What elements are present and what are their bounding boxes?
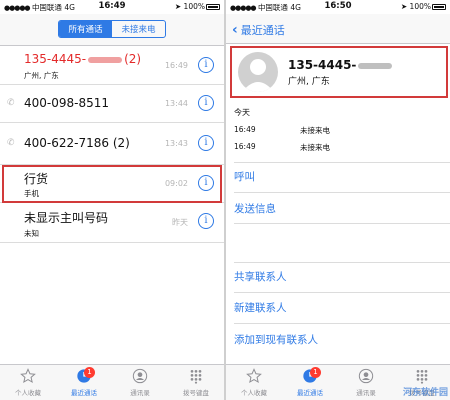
star-icon: [20, 368, 36, 384]
badge: 1: [84, 367, 95, 378]
highlight-box: [230, 46, 448, 98]
redacted-digits: [88, 56, 123, 63]
location-icon: ➤: [400, 2, 408, 11]
tab-keypad[interactable]: 拨号键盘: [168, 365, 224, 400]
status-bar: ●●●●● 中国联通 4G 16:49 ➤ 100%: [0, 0, 224, 14]
back-button[interactable]: ‹ 最近通话: [232, 22, 285, 38]
tab-missed-calls[interactable]: 未接来电: [112, 21, 165, 37]
tab-bar: 个人收藏 1 最近通话 通讯录 拨号键盘: [0, 364, 224, 400]
highlight-box: [2, 165, 222, 203]
detail-navbar: ‹ 最近通话: [226, 14, 450, 44]
info-icon[interactable]: i: [198, 95, 214, 111]
history-heading: 今天: [234, 108, 250, 117]
call-filter-segmented-control[interactable]: 所有通话 未接来电: [58, 20, 166, 38]
star-icon: [246, 368, 262, 384]
tab-all-calls[interactable]: 所有通话: [59, 21, 112, 37]
outgoing-call-icon: ✆: [7, 98, 15, 108]
contacts-icon: [132, 368, 148, 384]
info-icon[interactable]: i: [198, 213, 214, 229]
contacts-icon: [358, 368, 374, 384]
add-to-existing-contact-button[interactable]: 添加到现有联系人: [234, 332, 450, 347]
tab-contacts[interactable]: 通讯录: [338, 365, 394, 400]
watermark: 河东软件园: [402, 388, 448, 398]
send-message-button[interactable]: 发送信息: [234, 201, 450, 216]
call-row[interactable]: 135-4445- (2) 广州, 广东 16:49 i: [0, 47, 224, 85]
call-row[interactable]: ✆ 400-098-8511 13:44 i: [0, 85, 224, 123]
tab-favorites[interactable]: 个人收藏: [0, 365, 56, 400]
call-button[interactable]: 呼叫: [234, 169, 450, 184]
status-bar: ●●●●● 中国联通 4G 16:50 ➤ 100%: [226, 0, 450, 14]
call-row[interactable]: ✆ 400-622-7186 (2) 13:43 i: [0, 123, 224, 165]
keypad-icon: [416, 370, 428, 384]
info-icon[interactable]: i: [198, 57, 214, 73]
battery-icon: [432, 4, 446, 10]
location-icon: ➤: [174, 2, 182, 11]
tab-recents[interactable]: 1 最近通话: [56, 365, 112, 400]
battery-icon: [206, 4, 220, 10]
keypad-icon: [190, 370, 202, 384]
recents-navbar: 所有通话 未接来电: [0, 14, 224, 46]
tab-favorites[interactable]: 个人收藏: [226, 365, 282, 400]
create-contact-button[interactable]: 新建联系人: [234, 300, 450, 315]
call-detail-screen: ●●●●● 中国联通 4G 16:50 ➤ 100% ‹ 最近通话 135-44…: [226, 0, 450, 400]
history-row: 16:49 未接来电: [234, 142, 330, 152]
info-icon[interactable]: i: [198, 135, 214, 151]
tab-contacts[interactable]: 通讯录: [112, 365, 168, 400]
chevron-left-icon: ‹: [232, 22, 238, 38]
outgoing-call-icon: ✆: [7, 138, 15, 148]
tab-recents[interactable]: 1 最近通话: [282, 365, 338, 400]
recents-screen: ●●●●● 中国联通 4G 16:49 ➤ 100% 所有通话 未接来电 135…: [0, 0, 224, 400]
history-row: 16:49 未接来电: [234, 125, 330, 135]
share-contact-button[interactable]: 共享联系人: [234, 269, 450, 284]
badge: 1: [310, 367, 321, 378]
call-row[interactable]: 未显示主叫号码 未知 昨天 i: [0, 203, 224, 243]
